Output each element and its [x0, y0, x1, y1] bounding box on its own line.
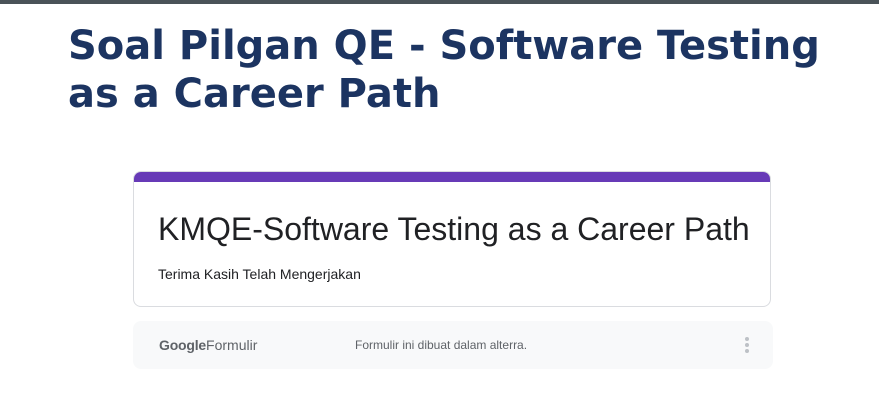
logo-google-text: Google	[159, 337, 207, 353]
confirmation-message: Terima Kasih Telah Mengerjakan	[158, 266, 361, 282]
google-forms-logo[interactable]: GoogleFormulir	[159, 336, 257, 354]
form-title: KMQE-Software Testing as a Career Path	[158, 211, 750, 247]
form-footer: GoogleFormulir Formulir ini dibuat dalam…	[133, 321, 773, 369]
logo-product-text: Formulir	[206, 337, 258, 353]
top-bar	[0, 0, 879, 4]
footer-note: Formulir ini dibuat dalam alterra.	[355, 338, 528, 352]
more-vert-icon	[745, 337, 749, 353]
form-card: KMQE-Software Testing as a Career Path T…	[133, 171, 771, 307]
form-card-accent-bar	[134, 172, 770, 182]
page-title: Soal Pilgan QE - Software Testing as a C…	[68, 23, 820, 117]
more-options-button[interactable]	[735, 333, 759, 357]
